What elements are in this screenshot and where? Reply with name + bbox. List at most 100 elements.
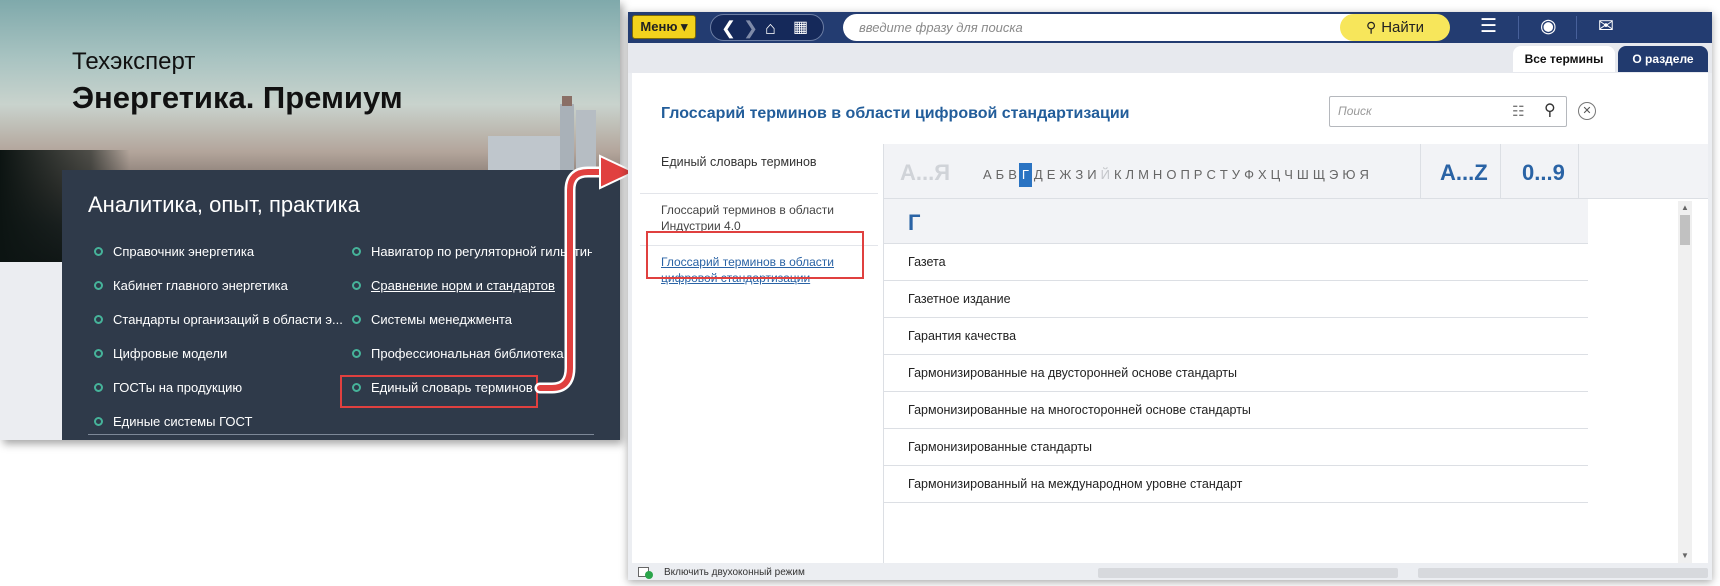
alphabet-en-button[interactable]: A...Z	[1440, 160, 1488, 186]
letter-button[interactable]: Й	[1099, 163, 1112, 187]
toolbar-separator	[1576, 16, 1577, 39]
glossary-list: Единый словарь терминов Глоссарий термин…	[632, 144, 884, 563]
letter-button[interactable]: Ш	[1295, 163, 1311, 187]
user-profile-icon[interactable]: ◉	[1540, 15, 1557, 38]
letter-button[interactable]: Т	[1218, 163, 1230, 187]
glossary-search-input[interactable]: Поиск	[1329, 96, 1567, 127]
bullet-icon	[94, 247, 103, 256]
scroll-up-icon[interactable]: ▲	[1681, 203, 1689, 212]
letter-button[interactable]: Л	[1124, 163, 1137, 187]
menu-button[interactable]: Меню ▾	[632, 15, 696, 39]
hamburger-icon[interactable]: ☰	[1480, 15, 1497, 38]
highlight-box-dictionary-link	[340, 375, 538, 408]
toolbar-separator	[1518, 16, 1519, 39]
bullet-icon	[352, 247, 361, 256]
letter-button[interactable]: Г	[1018, 163, 1032, 187]
term-row[interactable]: Газета	[884, 244, 1588, 281]
letter-button[interactable]: Ф	[1242, 163, 1256, 187]
term-row[interactable]: Гарантия качества	[884, 318, 1588, 355]
letter-button[interactable]: Р	[1192, 163, 1205, 187]
close-icon[interactable]: ✕	[1578, 102, 1596, 120]
tab-about-section[interactable]: О разделе	[1618, 46, 1708, 72]
letter-button[interactable]: О	[1164, 163, 1178, 187]
tab-all-terms[interactable]: Все термины	[1513, 46, 1615, 72]
letter-button[interactable]: М	[1136, 163, 1151, 187]
current-letter: Г	[908, 210, 921, 235]
bullet-icon	[94, 417, 103, 426]
bullet-icon	[94, 383, 103, 392]
letter-button[interactable]: Б	[994, 163, 1007, 187]
glossary-content: Глоссарий терминов в области цифровой ст…	[632, 73, 1708, 563]
dual-mode-toggle[interactable]: Включить двухоконный режим	[664, 566, 805, 580]
term-row[interactable]: Гармонизированные на многосторонней осно…	[884, 392, 1588, 429]
letter-button[interactable]: Ю	[1340, 163, 1357, 187]
letter-button[interactable]: Д	[1032, 163, 1045, 187]
letter-button[interactable]: П	[1178, 163, 1191, 187]
find-button[interactable]: ⚲ Найти	[1340, 14, 1450, 41]
back-icon[interactable]: ❮	[721, 16, 736, 40]
link-digital-models[interactable]: Цифровые модели	[94, 346, 320, 361]
letter-button[interactable]: В	[1006, 163, 1019, 187]
apps-grid-icon[interactable]: ▦	[793, 16, 808, 40]
search-icon[interactable]: ⚲	[1544, 100, 1556, 120]
energy-premium-card: Техэксперт Энергетика. Премиум Аналитика…	[0, 0, 620, 440]
magnifier-icon: ⚲	[1365, 19, 1377, 35]
letter-list: АБВГДЕЖЗИЙКЛМНОПРСТУФХЦЧШЩЭЮЯ	[981, 163, 1371, 187]
chat-icon[interactable]: ✉	[1598, 15, 1614, 38]
bullet-icon	[94, 349, 103, 358]
term-row[interactable]: Газетное издание	[884, 281, 1588, 318]
letter-heading: Г	[884, 199, 1588, 244]
term-row[interactable]: Гармонизированные стандарты	[884, 429, 1588, 466]
link-energy-handbook[interactable]: Справочник энергетика	[94, 244, 320, 259]
alphabet-separator	[1500, 144, 1501, 199]
bullet-icon	[352, 315, 361, 324]
bullet-icon	[352, 281, 361, 290]
link-product-gosts[interactable]: ГОСТы на продукцию	[94, 380, 320, 395]
alphabet-bar: А...Я АБВГДЕЖЗИЙКЛМНОПРСТУФХЦЧШЩЭЮЯ A...…	[884, 144, 1708, 199]
brand-subtitle: Техэксперт	[72, 48, 196, 75]
status-info-blurred	[1098, 568, 1398, 578]
glossary-window: Меню ▾ ❮ ❯ ⌂ ▦ введите фразу для поиска …	[628, 12, 1712, 580]
letter-button[interactable]: С	[1204, 163, 1217, 187]
letter-button[interactable]: Е	[1045, 163, 1058, 187]
glossary-item-unified-dictionary[interactable]: Единый словарь терминов	[640, 154, 878, 194]
letter-button[interactable]: Н	[1151, 163, 1164, 187]
filter-sliders-icon[interactable]: ☷	[1512, 103, 1525, 120]
letter-button[interactable]: И	[1085, 163, 1098, 187]
bullet-icon	[94, 281, 103, 290]
link-unified-gost-systems[interactable]: Единые системы ГОСТ	[94, 414, 320, 429]
letter-button[interactable]: Ч	[1282, 163, 1295, 187]
letter-button[interactable]: З	[1073, 163, 1085, 187]
brand-title: Энергетика. Премиум	[72, 80, 403, 115]
scroll-down-icon[interactable]: ▼	[1681, 551, 1689, 560]
link-chief-energy-cabinet[interactable]: Кабинет главного энергетика	[94, 278, 320, 293]
top-toolbar: Меню ▾ ❮ ❯ ⌂ ▦ введите фразу для поиска …	[628, 12, 1712, 43]
home-icon[interactable]: ⌂	[765, 16, 776, 40]
letter-button[interactable]: Ж	[1057, 163, 1073, 187]
main-search-input[interactable]: введите фразу для поиска	[843, 14, 1363, 41]
composite-screenshot: Техэксперт Энергетика. Премиум Аналитика…	[0, 0, 1720, 586]
alphabet-numeric-button[interactable]: 0...9	[1522, 160, 1565, 186]
letter-button[interactable]: Ц	[1269, 163, 1283, 187]
plant-tower-top	[562, 96, 572, 106]
letter-button[interactable]: У	[1230, 163, 1242, 187]
forward-icon[interactable]: ❯	[743, 16, 758, 40]
letter-button[interactable]: Щ	[1311, 163, 1327, 187]
scroll-thumb[interactable]	[1680, 215, 1690, 245]
panel-divider	[88, 434, 594, 435]
letter-button[interactable]: Х	[1256, 163, 1269, 187]
term-row[interactable]: Гармонизированный на международном уровн…	[884, 466, 1588, 503]
letter-button[interactable]: К	[1112, 163, 1124, 187]
analytics-title: Аналитика, опыт, практика	[88, 192, 360, 217]
link-org-standards[interactable]: Стандарты организаций в области э...	[94, 312, 342, 327]
nav-group: ❮ ❯ ⌂ ▦	[710, 14, 824, 41]
alphabet-ru-button[interactable]: А...Я	[900, 160, 950, 186]
status-bar: Включить двухоконный режим	[628, 566, 1712, 580]
letter-button[interactable]: А	[981, 163, 994, 187]
find-button-label: Найти	[1381, 19, 1425, 36]
arrow-outline	[534, 166, 614, 394]
terms-scrollbar[interactable]: ▲ ▼	[1678, 201, 1692, 563]
term-row[interactable]: Гармонизированные на двусторонней основе…	[884, 355, 1588, 392]
letter-button[interactable]: Я	[1358, 163, 1371, 187]
letter-button[interactable]: Э	[1327, 163, 1340, 187]
